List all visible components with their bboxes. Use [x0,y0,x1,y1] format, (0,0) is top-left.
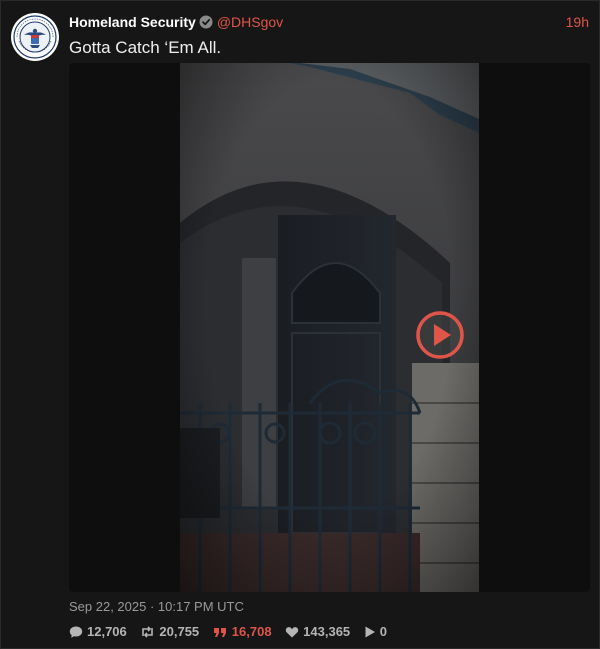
quote-icon [213,628,226,637]
verified-badge-icon [199,15,213,29]
avatar[interactable] [11,13,59,61]
quote-count: 16,708 [231,624,272,639]
quote-stat[interactable]: 16,708 [213,624,272,639]
author-display-name[interactable]: Homeland Security [69,14,196,30]
play-icon [365,626,375,638]
tweet-text: Gotta Catch ‘Em All. [69,38,222,57]
video-player[interactable] [180,63,479,592]
tweet-card: Homeland Security @DHSgov 19h Gotta Catc… [0,0,600,649]
comment-icon [69,626,83,638]
view-stat[interactable]: 0 [364,624,387,639]
retweet-stat[interactable]: 20,755 [140,624,199,639]
dhs-seal-icon [12,14,58,60]
author-handle[interactable]: @DHSgov [217,14,283,30]
retweet-icon [142,626,154,638]
media-container [69,63,590,592]
relative-time[interactable]: 19h [566,13,589,31]
heart-icon [285,627,299,638]
view-count: 0 [379,624,388,639]
tweet-timestamp[interactable]: Sep 22, 2025 · 10:17 PM UTC [69,599,244,614]
tweet-header: Homeland Security @DHSgov 19h [69,13,589,31]
play-circle-icon[interactable] [414,309,466,361]
like-stat[interactable]: 143,365 [285,624,350,639]
reply-count: 12,706 [87,624,127,639]
retweet-count: 20,755 [159,624,200,639]
like-count: 143,365 [303,624,351,639]
reply-stat[interactable]: 12,706 [69,624,127,639]
engagement-stats: 12,706 20,755 16,708 143,365 0 [69,624,397,639]
